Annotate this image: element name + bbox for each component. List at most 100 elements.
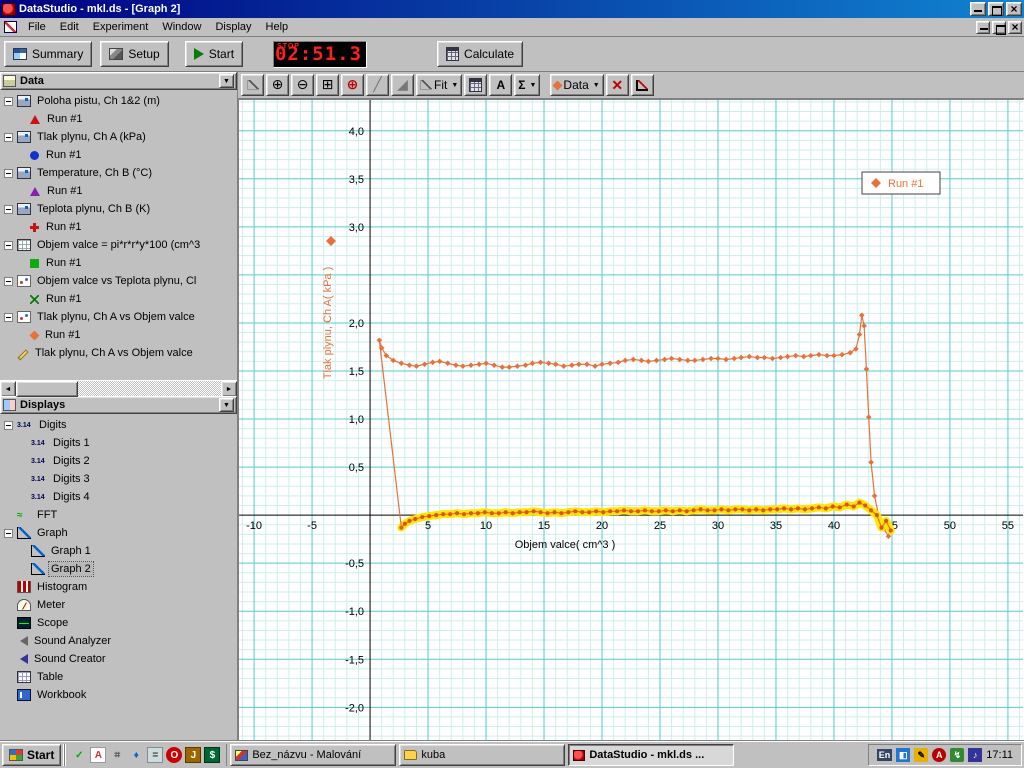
data-dropdown[interactable]: Data▼ bbox=[550, 74, 603, 96]
quicklaunch-notes-icon[interactable]: ✓ bbox=[71, 747, 87, 763]
collapse-toggle-icon[interactable] bbox=[4, 313, 13, 322]
displays-panel-header[interactable]: Displays ▼ bbox=[0, 396, 237, 414]
data-run-item[interactable]: Run #1 bbox=[0, 182, 237, 200]
graph-settings-button[interactable] bbox=[631, 74, 654, 96]
scale-to-fit-button[interactable] bbox=[241, 74, 264, 96]
statistics-dropdown[interactable]: Σ▼ bbox=[514, 74, 540, 96]
data-panel-dropdown-arrow[interactable]: ▼ bbox=[219, 74, 234, 88]
collapse-toggle-icon[interactable] bbox=[4, 97, 13, 106]
series-line-upper-branch[interactable] bbox=[379, 315, 888, 536]
y-axis-title[interactable]: Tlak plynu, Ch A( kPa ) bbox=[322, 267, 334, 380]
quicklaunch-java-icon[interactable]: J bbox=[185, 747, 201, 763]
menu-display[interactable]: Display bbox=[208, 19, 258, 35]
collapse-toggle-icon[interactable] bbox=[4, 133, 13, 142]
data-run-item[interactable]: Run #1 bbox=[0, 218, 237, 236]
calculator-button[interactable] bbox=[464, 74, 487, 96]
data-tree-item[interactable]: Objem valce = pi*r*r*y*100 (cm^3 bbox=[0, 236, 237, 254]
display-tree-item[interactable]: Sound Creator bbox=[0, 650, 237, 668]
start-menu-button[interactable]: Start bbox=[2, 744, 61, 766]
mdi-minimize-button[interactable] bbox=[976, 21, 990, 34]
calculate-button[interactable]: Calculate bbox=[437, 41, 523, 67]
data-tree-item[interactable]: Tlak plynu, Ch A vs Objem valce bbox=[0, 308, 237, 326]
zoom-out-button[interactable]: ⊖ bbox=[291, 74, 314, 96]
displays-panel-dropdown-arrow[interactable]: ▼ bbox=[219, 398, 234, 412]
data-tree-item[interactable]: Poloha pistu, Ch 1&2 (m) bbox=[0, 92, 237, 110]
display-child-item[interactable]: Graph 2 bbox=[0, 560, 237, 578]
close-button[interactable] bbox=[1006, 2, 1022, 16]
collapse-toggle-icon[interactable] bbox=[4, 169, 13, 178]
task-button-paint[interactable]: Bez_názvu - Malování bbox=[230, 744, 396, 766]
data-tree-item[interactable]: Tlak plynu, Ch A (kPa) bbox=[0, 128, 237, 146]
area-tool-button[interactable]: ◢ bbox=[391, 74, 414, 96]
delete-button[interactable]: ✕ bbox=[606, 74, 629, 96]
data-panel-header[interactable]: Data ▼ bbox=[0, 72, 237, 90]
data-tree-item[interactable]: Objem valce vs Teplota plynu, Cl bbox=[0, 272, 237, 290]
display-tree-item[interactable]: Histogram bbox=[0, 578, 237, 596]
clock[interactable]: 17:11 bbox=[986, 749, 1013, 761]
collapse-toggle-icon[interactable] bbox=[4, 529, 13, 538]
mdi-close-button[interactable] bbox=[1008, 21, 1022, 34]
display-child-item[interactable]: 3.14Digits 1 bbox=[0, 434, 237, 452]
display-tree-item[interactable]: Meter bbox=[0, 596, 237, 614]
menu-window[interactable]: Window bbox=[155, 19, 208, 35]
quicklaunch-devices-icon[interactable]: ⌗ bbox=[109, 747, 125, 763]
tray-antivirus-icon[interactable]: A bbox=[932, 748, 946, 762]
series-line-closing-transition[interactable] bbox=[379, 340, 401, 527]
slope-tool-button[interactable]: ╱ bbox=[366, 74, 389, 96]
scrollbar-track[interactable] bbox=[16, 381, 221, 396]
display-tree-item[interactable]: 3.14Digits bbox=[0, 416, 237, 434]
data-tree-item[interactable]: Teplota plynu, Ch B (K) bbox=[0, 200, 237, 218]
zoom-in-button[interactable]: ⊕ bbox=[266, 74, 289, 96]
quicklaunch-pdf-icon[interactable]: A bbox=[90, 747, 106, 763]
quicklaunch-money-icon[interactable]: $ bbox=[204, 747, 220, 763]
menu-edit[interactable]: Edit bbox=[53, 19, 86, 35]
quicklaunch-media-icon[interactable]: ♦ bbox=[128, 747, 144, 763]
display-child-item[interactable]: 3.14Digits 2 bbox=[0, 452, 237, 470]
scroll-right-arrow[interactable]: ► bbox=[221, 381, 237, 397]
start-button[interactable]: Start bbox=[185, 41, 243, 67]
display-child-item[interactable]: Graph 1 bbox=[0, 542, 237, 560]
mdi-child-icon[interactable] bbox=[4, 21, 17, 33]
setup-button[interactable]: Setup bbox=[100, 41, 168, 67]
tray-volume-icon[interactable]: ♪ bbox=[968, 748, 982, 762]
display-child-item[interactable]: 3.14Digits 4 bbox=[0, 488, 237, 506]
menu-help[interactable]: Help bbox=[259, 19, 296, 35]
data-tree-hscrollbar[interactable]: ◄ ► bbox=[0, 380, 237, 396]
legend[interactable]: Run #1 bbox=[862, 172, 940, 194]
collapse-toggle-icon[interactable] bbox=[4, 205, 13, 214]
smart-tool-button[interactable]: ⊕ bbox=[341, 74, 364, 96]
graph-plot[interactable]: -10-55101520253035404550554,03,53,02,01,… bbox=[239, 100, 1023, 740]
data-run-item[interactable]: Run #1 bbox=[0, 110, 237, 128]
zoom-select-button[interactable]: ⊞ bbox=[316, 74, 339, 96]
quicklaunch-calculator-icon[interactable]: = bbox=[147, 747, 163, 763]
menu-file[interactable]: File bbox=[21, 19, 53, 35]
data-run-item[interactable]: Run #1 bbox=[0, 290, 237, 308]
task-button-datastudio[interactable]: DataStudio - mkl.ds ... bbox=[568, 744, 734, 766]
data-run-item[interactable]: Run #1 bbox=[0, 146, 237, 164]
fit-dropdown[interactable]: Fit▼ bbox=[416, 74, 462, 96]
tray-display-icon[interactable]: ◧ bbox=[896, 748, 910, 762]
collapse-toggle-icon[interactable] bbox=[4, 241, 13, 250]
minimize-button[interactable] bbox=[970, 2, 986, 16]
x-axis-title[interactable]: Objem valce( cm^3 ) bbox=[515, 539, 616, 551]
keyboard-layout-indicator[interactable]: En bbox=[877, 749, 893, 761]
mdi-restore-button[interactable] bbox=[992, 21, 1006, 34]
display-tree-item[interactable]: Table bbox=[0, 668, 237, 686]
collapse-toggle-icon[interactable] bbox=[4, 421, 13, 430]
scrollbar-thumb[interactable] bbox=[16, 381, 78, 397]
display-tree-item[interactable]: Sound Analyzer bbox=[0, 632, 237, 650]
data-run-item[interactable]: Run #1 bbox=[0, 326, 237, 344]
data-tree-item[interactable]: Tlak plynu, Ch A vs Objem valce bbox=[0, 344, 237, 362]
data-run-item[interactable]: Run #1 bbox=[0, 254, 237, 272]
quicklaunch-opera-icon[interactable]: O bbox=[166, 747, 182, 763]
summary-button[interactable]: Summary bbox=[4, 41, 92, 67]
display-tree-item[interactable]: ≈FFT bbox=[0, 506, 237, 524]
text-annotation-button[interactable]: A bbox=[489, 74, 512, 96]
collapse-toggle-icon[interactable] bbox=[4, 277, 13, 286]
scroll-left-arrow[interactable]: ◄ bbox=[0, 381, 16, 397]
menu-experiment[interactable]: Experiment bbox=[86, 19, 156, 35]
tray-scheduler-icon[interactable]: ✎ bbox=[914, 748, 928, 762]
display-tree-item[interactable]: Workbook bbox=[0, 686, 237, 704]
data-tree-item[interactable]: Temperature, Ch B (°C) bbox=[0, 164, 237, 182]
display-tree-item[interactable]: Graph bbox=[0, 524, 237, 542]
